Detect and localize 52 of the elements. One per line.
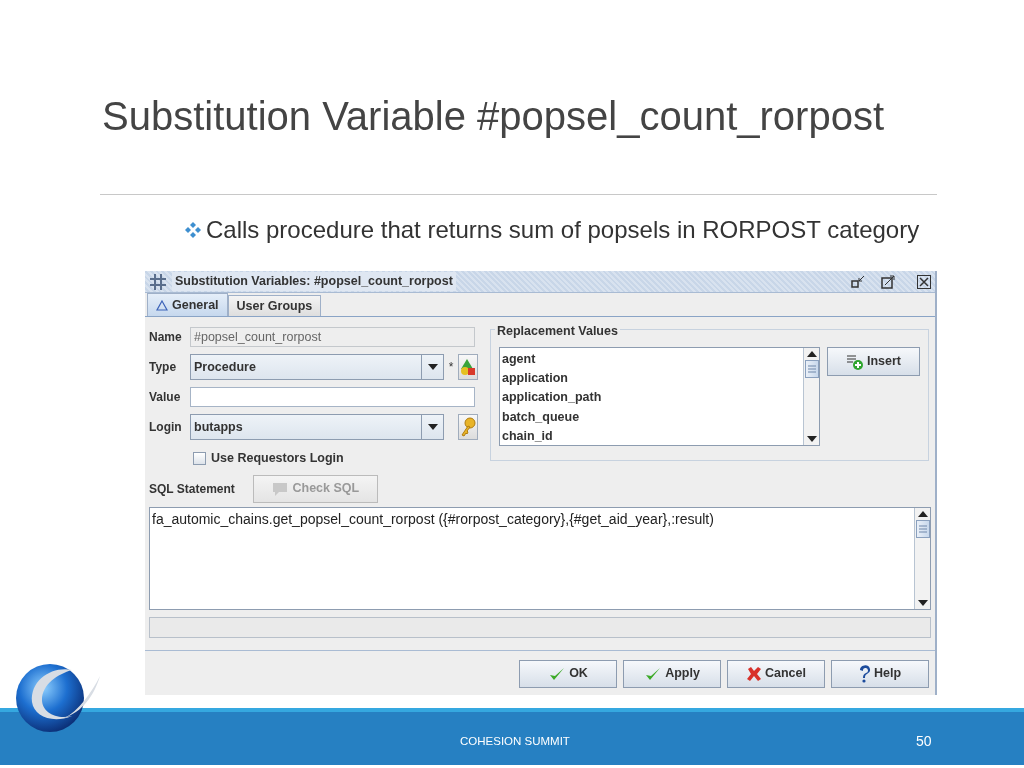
grid-icon (149, 272, 167, 291)
page-number: 50 (916, 732, 932, 751)
slide-title: Substitution Variable #popsel_count_rorpost (102, 93, 885, 140)
tab[interactable]: User Groups (227, 295, 322, 316)
text-area[interactable]: fa_automic_chains.get_popsel_count_rorpost ({#rorpost_category},{#get_aid_year},:result) (149, 506, 931, 610)
dropdown[interactable]: butapps (190, 414, 444, 440)
caret-icon (426, 422, 439, 432)
help-icon (858, 664, 871, 683)
list-item[interactable]: batch_queue (502, 407, 801, 427)
scrollbar[interactable] (803, 348, 819, 445)
list-item[interactable]: application_path (502, 388, 801, 408)
cross-icon (746, 665, 762, 682)
minimize-icon[interactable] (851, 274, 865, 289)
list-item[interactable]: agent (502, 350, 801, 370)
dialog-button[interactable]: Apply (623, 659, 721, 688)
list-item[interactable]: application (502, 369, 801, 389)
caret-icon (426, 362, 439, 372)
grip-icon (806, 365, 817, 373)
grip-icon (917, 524, 928, 533)
dropdown[interactable]: Procedure (190, 354, 444, 380)
input-field: #popsel_count_rorpost (190, 327, 475, 347)
bullet-text: Calls procedure that returns sum of popsels in RORPOST category (206, 215, 920, 245)
check-icon (548, 665, 567, 682)
triangle-icon (156, 299, 168, 311)
required-mark: * (447, 359, 455, 376)
insert-icon (845, 353, 864, 370)
list-item[interactable]: chain_id (502, 426, 801, 446)
maximize-icon[interactable] (881, 274, 895, 289)
input-field[interactable] (190, 387, 475, 407)
field-label: Value (149, 389, 182, 406)
dialog-button[interactable]: Cancel (727, 659, 825, 688)
tool-button[interactable] (458, 414, 478, 440)
window-title: Substitution Variables: #popsel_count_rorpost (172, 272, 456, 291)
close-icon[interactable] (917, 274, 931, 289)
check-icon (644, 665, 663, 682)
footer-text: COHESION SUMMIT (460, 734, 570, 749)
dialog-button[interactable]: Help (831, 659, 929, 688)
field-label: SQL Statement (149, 480, 235, 498)
checkbox[interactable] (193, 451, 206, 465)
key-icon (460, 417, 476, 437)
scrollbar[interactable] (914, 507, 930, 609)
field-label: Login (149, 419, 183, 436)
checkbox-label: Use Requestors Login (211, 450, 344, 467)
speech-bubble-icon (271, 480, 290, 497)
insert-button[interactable]: Insert (827, 347, 920, 376)
tab[interactable]: General (147, 293, 228, 316)
field-label: Name (149, 329, 183, 346)
dialog-button[interactable]: OK (519, 659, 617, 688)
field-label: Type (149, 359, 178, 376)
shapes-icon (460, 358, 476, 376)
tool-button[interactable] (458, 354, 478, 380)
bullet-icon (183, 221, 203, 239)
